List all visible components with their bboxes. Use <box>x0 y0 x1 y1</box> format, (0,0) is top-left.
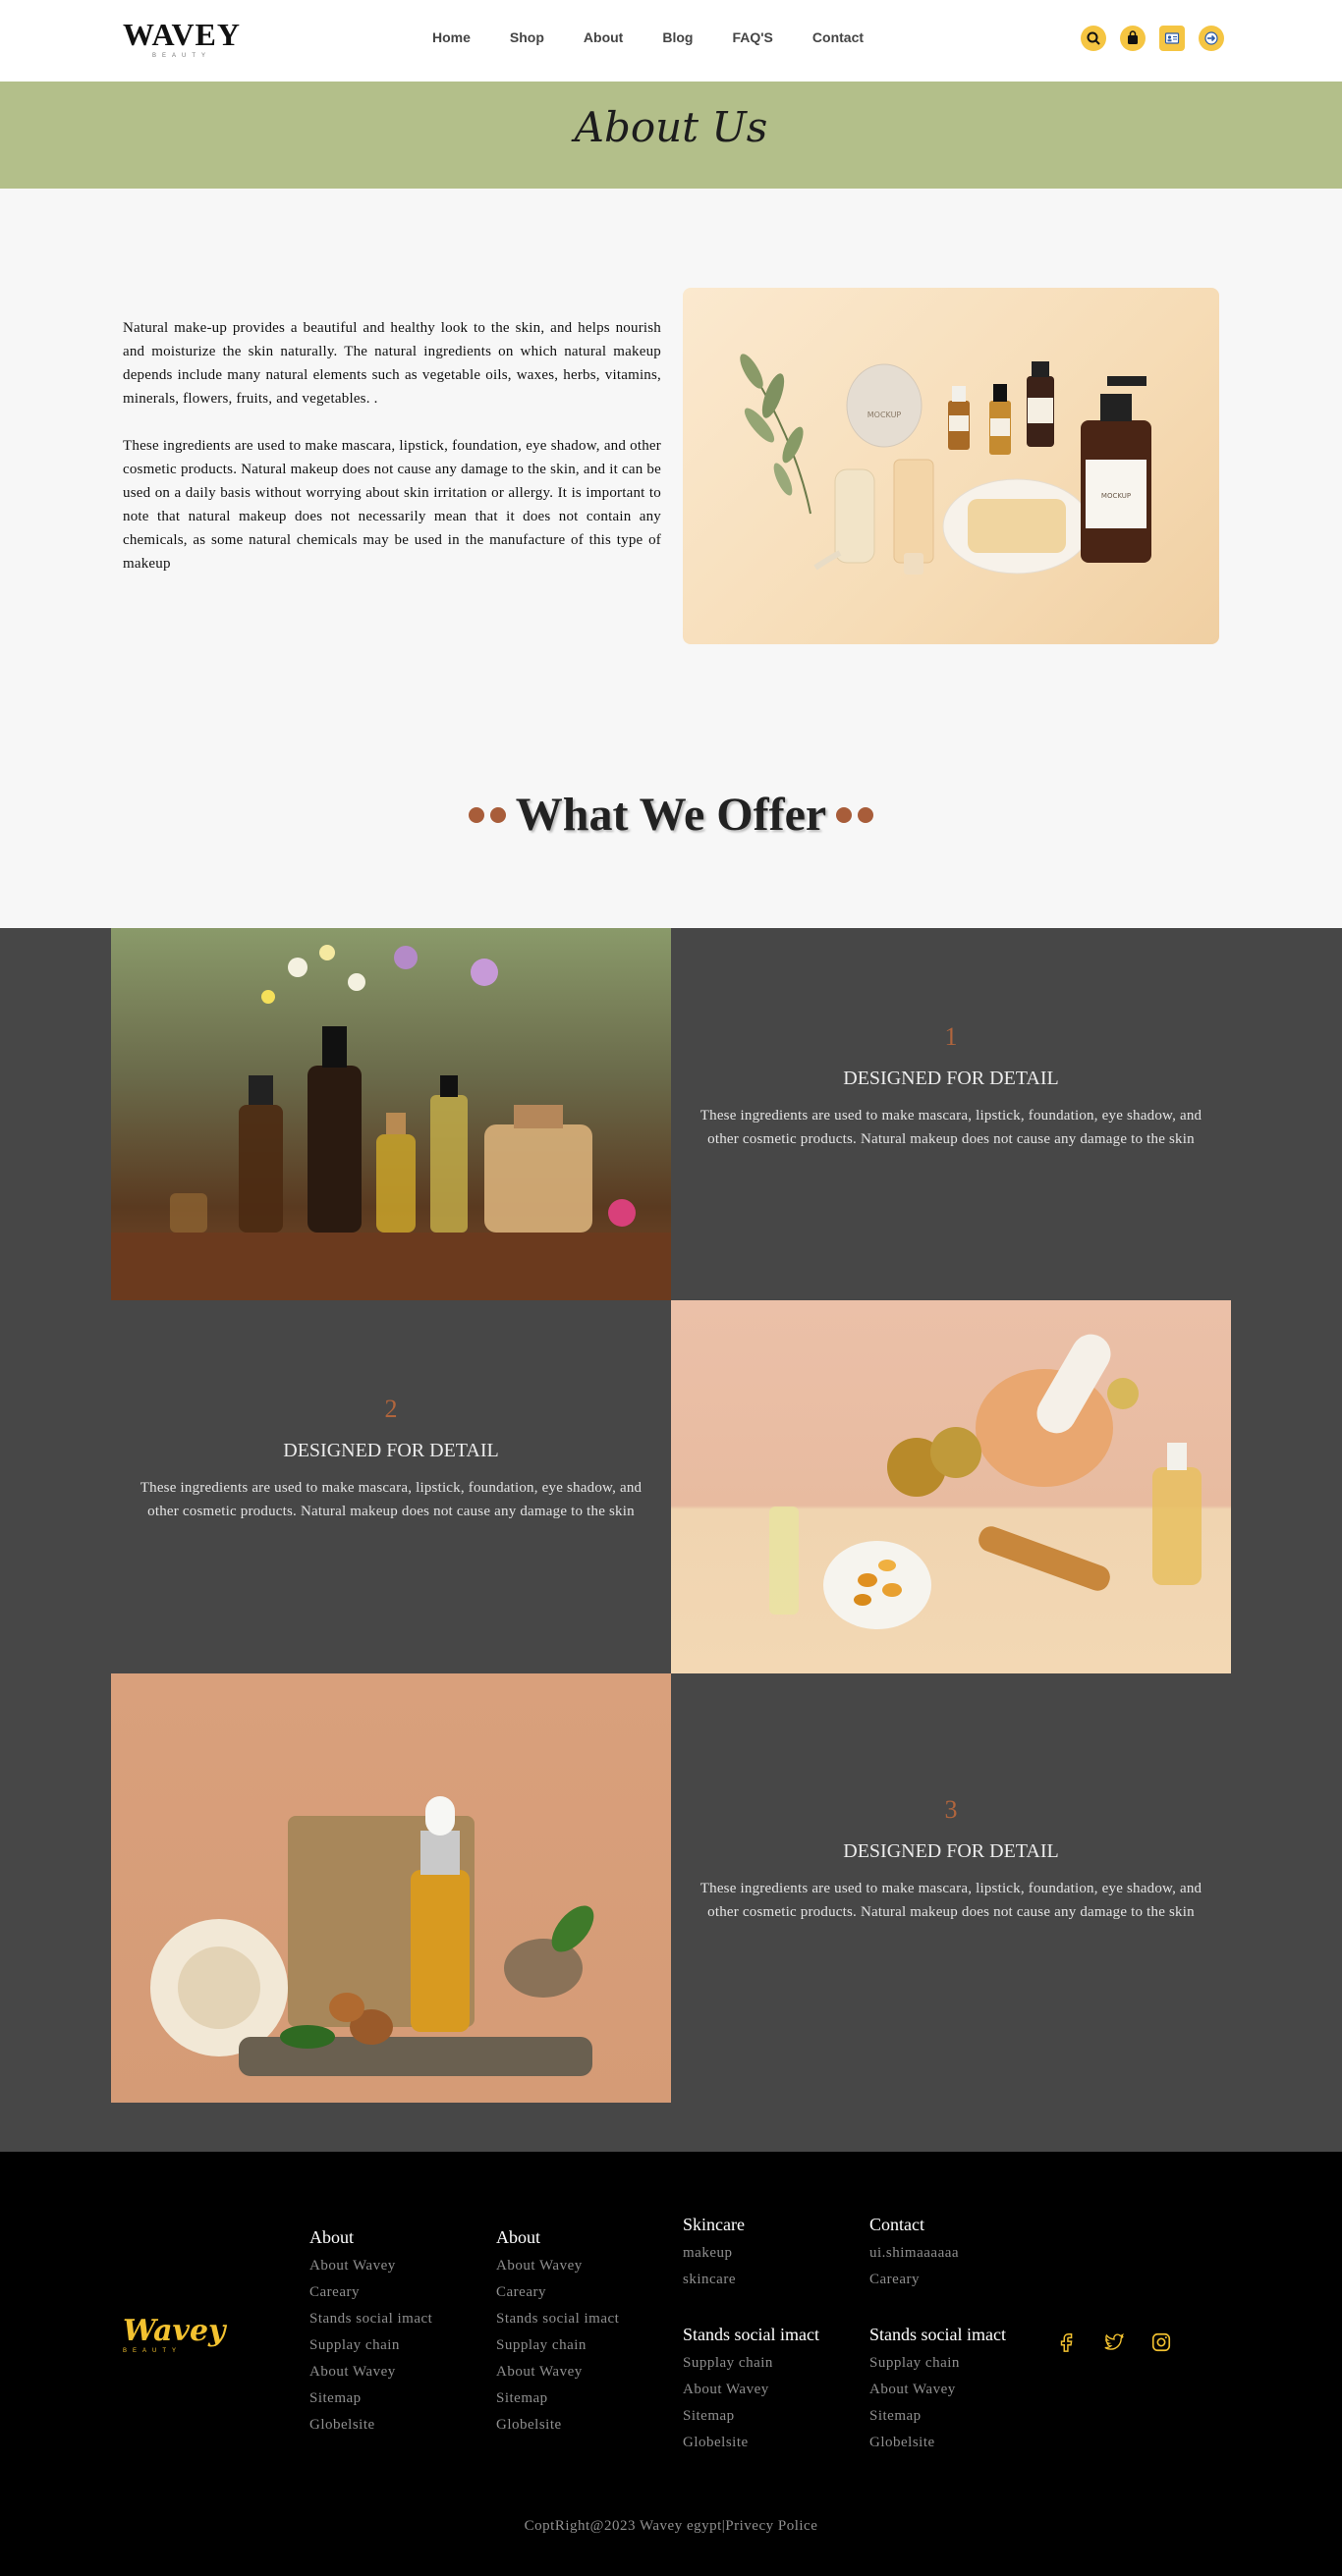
page-title: About Us <box>574 103 768 151</box>
pumice-label: MOCKUP <box>867 411 902 419</box>
nav-shop[interactable]: Shop <box>510 29 544 45</box>
feature-number: 1 <box>944 1022 958 1051</box>
footer-link[interactable]: Stands social imact <box>496 2311 619 2328</box>
footer-link[interactable]: Supplay chain <box>869 2355 1006 2372</box>
profile-card-icon[interactable] <box>1159 26 1185 51</box>
about-text: Natural make-up provides a beautiful and… <box>123 316 661 575</box>
facebook-icon[interactable] <box>1054 2329 1080 2355</box>
footer-link[interactable]: Careary <box>496 2284 619 2301</box>
page-banner: About Us <box>0 82 1342 189</box>
login-icon[interactable] <box>1199 26 1224 51</box>
footer-col-social-impact-1: Stands social imact Supplay chain About … <box>683 2325 819 2451</box>
oils-flowers-image <box>111 928 671 1300</box>
footer-col-about-2: About About Wavey Careary Stands social … <box>496 2227 619 2434</box>
offer-title: What We Offer <box>515 789 827 841</box>
footer-link[interactable]: About Wavey <box>309 2364 432 2381</box>
serum-soap-image <box>111 1673 671 2103</box>
footer-heading: Skincare <box>683 2215 745 2234</box>
footer-link[interactable]: Supplay chain <box>309 2337 432 2354</box>
copyright-text: CoptRight@2023 Wavey egypt|Privecy Polic… <box>524 2518 818 2534</box>
footer-link[interactable]: Stands social imact <box>309 2311 432 2328</box>
footer-link[interactable]: About Wavey <box>309 2258 432 2275</box>
offer-section: 1 DESIGNED FOR DETAIL These ingredients … <box>0 928 1342 2152</box>
about-paragraph-1: Natural make-up provides a beautiful and… <box>123 320 661 407</box>
feature-number: 3 <box>944 1795 958 1824</box>
social-links <box>1054 2329 1174 2355</box>
site-footer: Wavey BEAUTY About About Wavey Careary S… <box>0 2152 1342 2576</box>
feature-1: 1 DESIGNED FOR DETAIL These ingredients … <box>671 1022 1231 1151</box>
about-paragraph-2: These ingredients are used to make masca… <box>123 438 661 572</box>
feature-title: DESIGNED FOR DETAIL <box>843 1068 1059 1089</box>
mortar-pestle-image <box>671 1300 1231 1673</box>
feature-title: DESIGNED FOR DETAIL <box>843 1840 1059 1862</box>
footer-logo-text: Wavey <box>123 2314 226 2348</box>
nav-about[interactable]: About <box>584 29 623 45</box>
footer-heading: Stands social imact <box>869 2325 1006 2344</box>
logo-text: WAVEY <box>123 17 241 52</box>
site-header: WAVEY BEAUTY Home Shop About Blog FAQ'S … <box>0 0 1342 82</box>
search-icon[interactable] <box>1081 26 1106 51</box>
footer-link[interactable]: Sitemap <box>869 2408 1006 2425</box>
footer-link[interactable]: About Wavey <box>496 2364 619 2381</box>
footer-link[interactable]: Globelsite <box>683 2435 819 2451</box>
feature-description: These ingredients are used to make masca… <box>140 1480 643 1519</box>
brand-logo[interactable]: WAVEY BEAUTY <box>123 18 241 59</box>
footer-col-about-1: About About Wavey Careary Stands social … <box>309 2227 432 2434</box>
feature-description: These ingredients are used to make masca… <box>699 1881 1202 1920</box>
logo-subtext: BEAUTY <box>151 53 211 59</box>
instagram-icon[interactable] <box>1148 2329 1174 2355</box>
feature-description: These ingredients are used to make masca… <box>699 1108 1202 1147</box>
footer-link[interactable]: About Wavey <box>869 2382 1006 2398</box>
heading-dot <box>489 806 506 823</box>
footer-heading: Contact <box>869 2215 924 2234</box>
footer-link[interactable]: Sitemap <box>496 2390 619 2407</box>
footer-heading: About <box>309 2227 354 2247</box>
nav-contact[interactable]: Contact <box>812 29 864 45</box>
feature-title: DESIGNED FOR DETAIL <box>283 1440 499 1461</box>
twitter-icon[interactable] <box>1101 2329 1127 2355</box>
footer-link[interactable]: Globelsite <box>309 2417 432 2434</box>
feature-3: 3 DESIGNED FOR DETAIL These ingredients … <box>671 1795 1231 1924</box>
footer-link[interactable]: Sitemap <box>309 2390 432 2407</box>
heading-dot <box>858 806 874 823</box>
nav-home[interactable]: Home <box>432 29 471 45</box>
footer-heading: About <box>496 2227 540 2247</box>
footer-link[interactable]: makeup <box>683 2245 745 2262</box>
cosmetics-flatlay-image: MOCKUP MOCKUP <box>683 288 1219 644</box>
footer-link[interactable]: About Wavey <box>496 2258 619 2275</box>
footer-col-contact: Contact ui.shimaaaaaa Careary <box>869 2215 959 2288</box>
heading-dot <box>836 806 853 823</box>
footer-logo[interactable]: Wavey BEAUTY <box>123 2314 225 2354</box>
footer-link[interactable]: Careary <box>869 2272 959 2288</box>
nav-blog[interactable]: Blog <box>662 29 693 45</box>
footer-heading: Stands social imact <box>683 2325 819 2344</box>
header-actions <box>1081 26 1224 51</box>
footer-col-skincare: Skincare makeup skincare <box>683 2215 745 2288</box>
footer-link[interactable]: Careary <box>309 2284 432 2301</box>
nav-faqs[interactable]: FAQ'S <box>732 29 772 45</box>
footer-link[interactable]: Sitemap <box>683 2408 819 2425</box>
footer-link[interactable]: skincare <box>683 2272 745 2288</box>
bag-icon[interactable] <box>1120 26 1146 51</box>
footer-link[interactable]: Globelsite <box>869 2435 1006 2451</box>
footer-link[interactable]: ui.shimaaaaaa <box>869 2245 959 2262</box>
footer-link[interactable]: About Wavey <box>683 2382 819 2398</box>
footer-link[interactable]: Globelsite <box>496 2417 619 2434</box>
footer-link[interactable]: Supplay chain <box>496 2337 619 2354</box>
footer-link[interactable]: Supplay chain <box>683 2355 819 2372</box>
feature-2: 2 DESIGNED FOR DETAIL These ingredients … <box>111 1395 671 1523</box>
main-nav: Home Shop About Blog FAQ'S Contact <box>432 29 903 45</box>
bottle-label: MOCKUP <box>1101 492 1131 500</box>
footer-col-social-impact-2: Stands social imact Supplay chain About … <box>869 2325 1006 2451</box>
offer-heading: What We Offer <box>0 788 1342 842</box>
footer-logo-subtext: BEAUTY <box>123 2348 183 2354</box>
feature-number: 2 <box>384 1395 398 1423</box>
heading-dot <box>468 806 484 823</box>
